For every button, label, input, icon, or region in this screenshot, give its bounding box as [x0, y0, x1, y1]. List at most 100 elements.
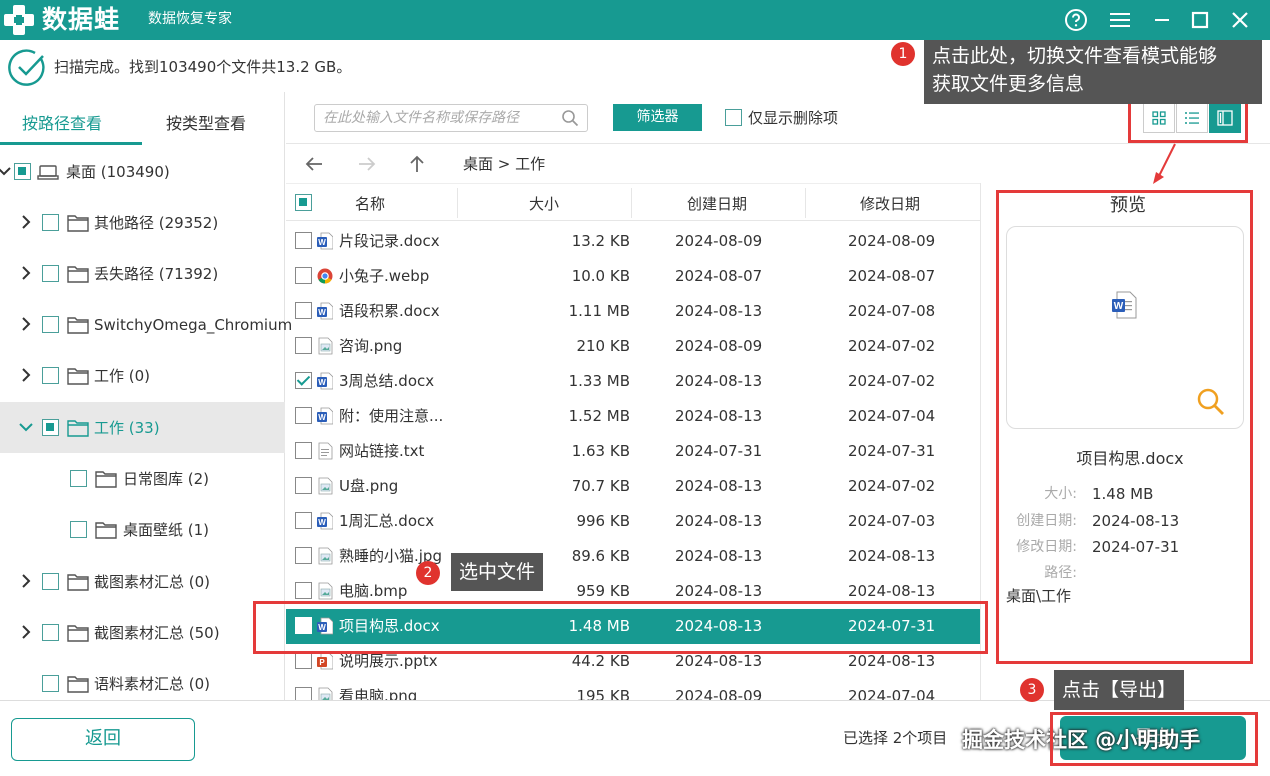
forward-arrow-icon[interactable] [356, 153, 378, 175]
table-row[interactable]: 小兔子.webp 10.0 KB 2024-08-07 2024-08-07 [286, 259, 980, 294]
file-name: 网站链接.txt [339, 442, 425, 460]
tree-item-screenshot-materials-empty[interactable]: 截图素材汇总 (0) [0, 556, 285, 607]
tree-item-desktop[interactable]: 桌面 (103490) [0, 146, 285, 197]
select-all-checkbox[interactable] [295, 194, 312, 211]
search-input[interactable]: 在此处输入文件名称或保存路径 [314, 104, 588, 132]
tree-item-screenshot-materials[interactable]: 截图素材汇总 (50) [0, 607, 285, 658]
tree-checkbox[interactable] [42, 573, 59, 590]
tree-item-label: 桌面壁纸 (1) [123, 521, 210, 539]
chevron-right-icon[interactable] [16, 263, 36, 283]
search-icon[interactable] [561, 109, 579, 127]
minimize-button[interactable] [1147, 5, 1177, 35]
chevron-right-icon[interactable] [16, 212, 36, 232]
tree-checkbox[interactable] [42, 367, 59, 384]
tree-item-work-selected[interactable]: 工作 (33) [0, 402, 285, 453]
column-divider [805, 188, 806, 218]
column-header-name[interactable]: 名称 [355, 194, 385, 214]
chevron-right-icon[interactable] [16, 314, 36, 334]
table-row[interactable]: W 语段积累.docx 1.11 MB 2024-08-13 2024-07-08 [286, 294, 980, 329]
row-checkbox[interactable] [295, 337, 312, 354]
deleted-only-box[interactable] [725, 109, 742, 126]
tree-item-other-paths[interactable]: 其他路径 (29352) [0, 197, 285, 248]
file-size: 1.11 MB [568, 302, 630, 320]
tree-checkbox[interactable] [70, 470, 87, 487]
chevron-right-icon[interactable] [16, 622, 36, 642]
up-arrow-icon[interactable] [406, 153, 428, 175]
tree-item-switchyomega[interactable]: SwitchyOmega_Chromium [0, 299, 292, 350]
tree-item-label: 其他路径 (29352) [94, 214, 219, 232]
row-checkbox[interactable] [295, 547, 312, 564]
row-checkbox[interactable] [295, 582, 312, 599]
ppt-icon: P [317, 652, 333, 670]
file-modified-date: 2024-08-09 [848, 232, 936, 250]
file-modified-date: 2024-07-02 [848, 337, 936, 355]
file-modified-date: 2024-08-13 [848, 547, 936, 565]
tree-checkbox[interactable] [14, 163, 31, 180]
hamburger-menu-icon [1110, 13, 1130, 27]
folder-icon [67, 368, 89, 385]
table-row[interactable]: W 1周汇总.docx 996 KB 2024-08-13 2024-07-03 [286, 504, 980, 539]
tree-checkbox[interactable] [42, 419, 59, 436]
row-checkbox[interactable] [295, 232, 312, 249]
table-row[interactable]: W 附：使用注意... 1.52 MB 2024-08-13 2024-07-04 [286, 399, 980, 434]
back-button[interactable]: 返回 [11, 718, 195, 761]
chevron-right-icon[interactable] [16, 571, 36, 591]
svg-text:W: W [318, 238, 326, 247]
tab-by-type[interactable]: 按类型查看 [166, 112, 246, 136]
column-divider [457, 188, 458, 218]
row-checkbox[interactable] [295, 477, 312, 494]
selected-count-text: 已选择 2个项目 [843, 729, 948, 747]
tree-checkbox[interactable] [42, 624, 59, 641]
file-name: 说明展示.pptx [339, 652, 438, 670]
row-checkbox[interactable] [295, 302, 312, 319]
table-row[interactable]: 熟睡的小猫.jpg 89.6 KB 2024-08-13 2024-08-13 [286, 539, 980, 574]
file-created-date: 2024-08-13 [675, 652, 763, 670]
search-placeholder: 在此处输入文件名称或保存路径 [323, 110, 519, 126]
callout-select-file-text: 选中文件 [459, 561, 536, 583]
close-button[interactable] [1225, 5, 1255, 35]
column-header-created[interactable]: 创建日期 [687, 194, 747, 214]
app-logo-text: 数据蛙 [42, 5, 121, 34]
file-modified-date: 2024-07-31 [848, 442, 936, 460]
chrome-icon [317, 268, 333, 284]
table-row[interactable]: 咨询.png 210 KB 2024-08-09 2024-07-02 [286, 329, 980, 364]
tree-item-daily-gallery[interactable]: 日常图库 (2) [0, 453, 285, 504]
tree-item-lost-paths[interactable]: 丢失路径 (71392) [0, 248, 285, 299]
chevron-right-icon[interactable] [16, 365, 36, 385]
row-checkbox[interactable] [295, 407, 312, 424]
row-checkbox[interactable] [295, 267, 312, 284]
svg-text:W: W [318, 378, 326, 387]
app-window: { "window": { "app_name": "数据蛙", "subtit… [0, 0, 1270, 776]
help-button[interactable] [1061, 5, 1091, 35]
column-header-modified[interactable]: 修改日期 [860, 194, 920, 214]
file-size: 44.2 KB [571, 652, 630, 670]
tree-item-label: 语料素材汇总 (0) [94, 675, 211, 693]
chevron-down-icon[interactable] [16, 417, 36, 437]
menu-button[interactable] [1105, 5, 1135, 35]
filter-button[interactable]: 筛选器 [613, 104, 702, 131]
table-row[interactable]: 网站链接.txt 1.63 KB 2024-07-31 2024-07-31 [286, 434, 980, 469]
tree-checkbox[interactable] [42, 675, 59, 692]
file-created-date: 2024-08-13 [675, 477, 763, 495]
tree-checkbox[interactable] [42, 265, 59, 282]
chevron-down-icon[interactable] [0, 161, 14, 181]
table-row[interactable]: U盘.png 70.7 KB 2024-08-13 2024-07-02 [286, 469, 980, 504]
tab-by-path[interactable]: 按路径查看 [22, 112, 102, 136]
column-header-size[interactable]: 大小 [529, 194, 559, 214]
maximize-button[interactable] [1185, 5, 1215, 35]
drive-icon [37, 165, 59, 180]
back-arrow-icon[interactable] [303, 153, 325, 175]
tree-checkbox[interactable] [42, 316, 59, 333]
tree-checkbox[interactable] [70, 521, 87, 538]
tree-item-corpus-materials[interactable]: 语料素材汇总 (0) [0, 658, 285, 700]
row-checkbox[interactable] [295, 512, 312, 529]
table-row[interactable]: W 3周总结.docx 1.33 MB 2024-08-13 2024-07-02 [286, 364, 980, 399]
row-checkbox[interactable] [295, 372, 312, 389]
tree-item-wallpaper[interactable]: 桌面壁纸 (1) [0, 504, 285, 555]
tree-checkbox[interactable] [42, 214, 59, 231]
row-checkbox[interactable] [295, 442, 312, 459]
table-row[interactable]: W 片段记录.docx 13.2 KB 2024-08-09 2024-08-09 [286, 224, 980, 259]
file-size: 10.0 KB [571, 267, 630, 285]
row-checkbox[interactable] [295, 652, 312, 669]
tree-item-work-empty[interactable]: 工作 (0) [0, 350, 285, 401]
